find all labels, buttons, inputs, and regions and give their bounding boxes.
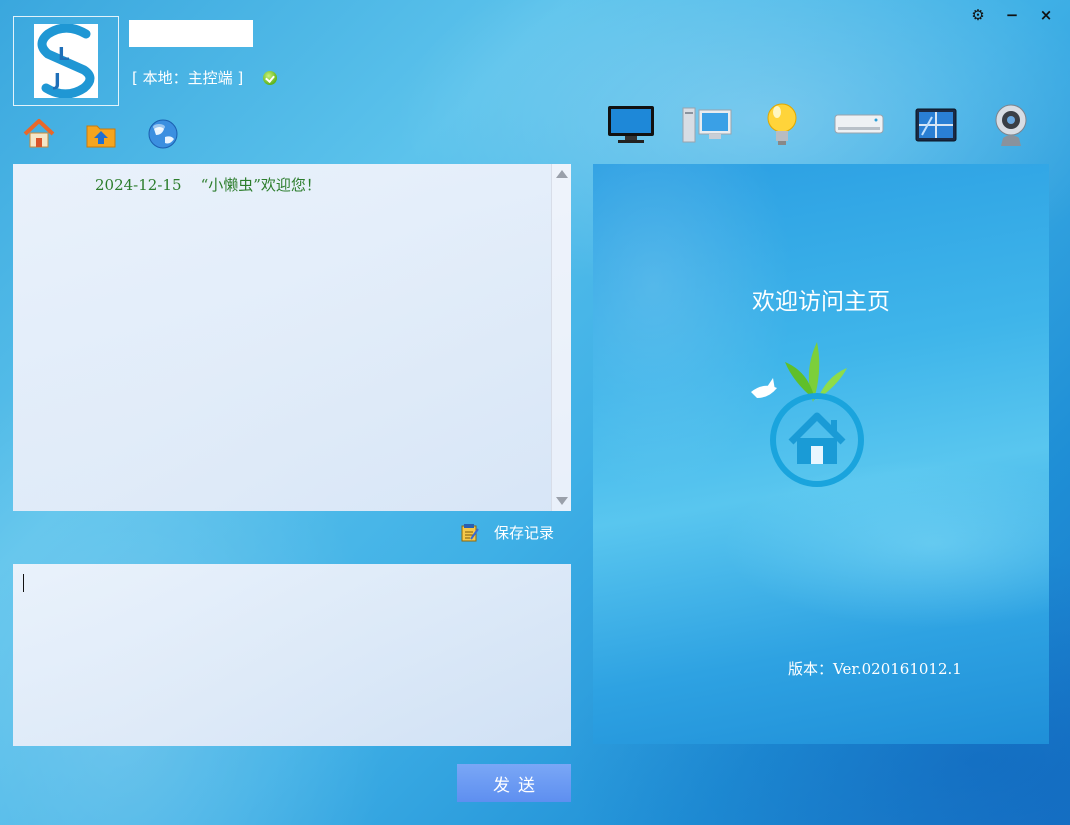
svg-text:L: L: [58, 44, 69, 65]
version-label: 版本：Ver.020161012.1: [788, 660, 962, 678]
close-icon: ×: [1039, 6, 1053, 24]
message-input[interactable]: [13, 564, 571, 746]
home-title: 欢迎访问主页: [752, 289, 890, 315]
chat-date: 2024-12-15: [95, 176, 182, 194]
local-status-label: [ 本地：主控端 ]: [132, 69, 244, 87]
light-bulb-icon: [767, 103, 797, 145]
home-emblem-icon[interactable]: [743, 332, 883, 492]
monitor-icon: [608, 106, 654, 143]
device-air-conditioner[interactable]: [833, 101, 885, 149]
curtain-window-icon: [915, 108, 957, 142]
globe-icon[interactable]: [146, 117, 180, 151]
save-record-label: 保存记录: [494, 524, 555, 542]
minimize-button[interactable]: −: [1002, 5, 1022, 25]
gear-icon: ⚙: [971, 6, 985, 24]
chat-scrollbar[interactable]: [551, 164, 571, 511]
app-logo: L J: [13, 16, 119, 106]
local-status: [ 本地：主控端 ]: [132, 67, 278, 88]
chat-log: 2024-12-15 “小懒虫”欢迎您！: [13, 164, 571, 511]
home-icon[interactable]: [22, 117, 56, 151]
username-field: [129, 20, 253, 47]
window-controls: ⚙ − ×: [968, 5, 1056, 25]
upload-folder-icon[interactable]: [84, 117, 118, 151]
webcam-icon: [995, 104, 1027, 146]
scroll-down-icon[interactable]: [556, 497, 568, 505]
settings-button[interactable]: ⚙: [968, 5, 988, 25]
device-light[interactable]: [762, 101, 802, 149]
save-record-button[interactable]: 保存记录: [460, 522, 554, 543]
device-monitor[interactable]: [605, 101, 657, 149]
device-computer[interactable]: [680, 101, 734, 149]
svg-text:J: J: [52, 70, 61, 91]
scroll-up-icon[interactable]: [556, 170, 568, 178]
text-caret: [23, 574, 24, 592]
chat-welcome: “小懒虫”欢迎您！: [200, 176, 321, 194]
minimize-icon: −: [1005, 6, 1019, 24]
computer-icon: [682, 107, 732, 143]
send-button[interactable]: 发送: [457, 764, 571, 802]
chat-welcome-line: 2024-12-15 “小懒虫”欢迎您！: [95, 174, 321, 195]
nav-toolbar: [22, 117, 180, 151]
home-panel: 欢迎访问主页 版本：Ver.020161012.1: [593, 164, 1049, 744]
sjl-logo-icon: L J: [34, 24, 98, 98]
save-notes-icon: [461, 523, 479, 541]
device-webcam[interactable]: [991, 101, 1031, 149]
close-button[interactable]: ×: [1036, 5, 1056, 25]
air-conditioner-icon: [834, 114, 884, 134]
device-curtain[interactable]: [913, 101, 959, 149]
online-check-icon: [263, 70, 278, 85]
